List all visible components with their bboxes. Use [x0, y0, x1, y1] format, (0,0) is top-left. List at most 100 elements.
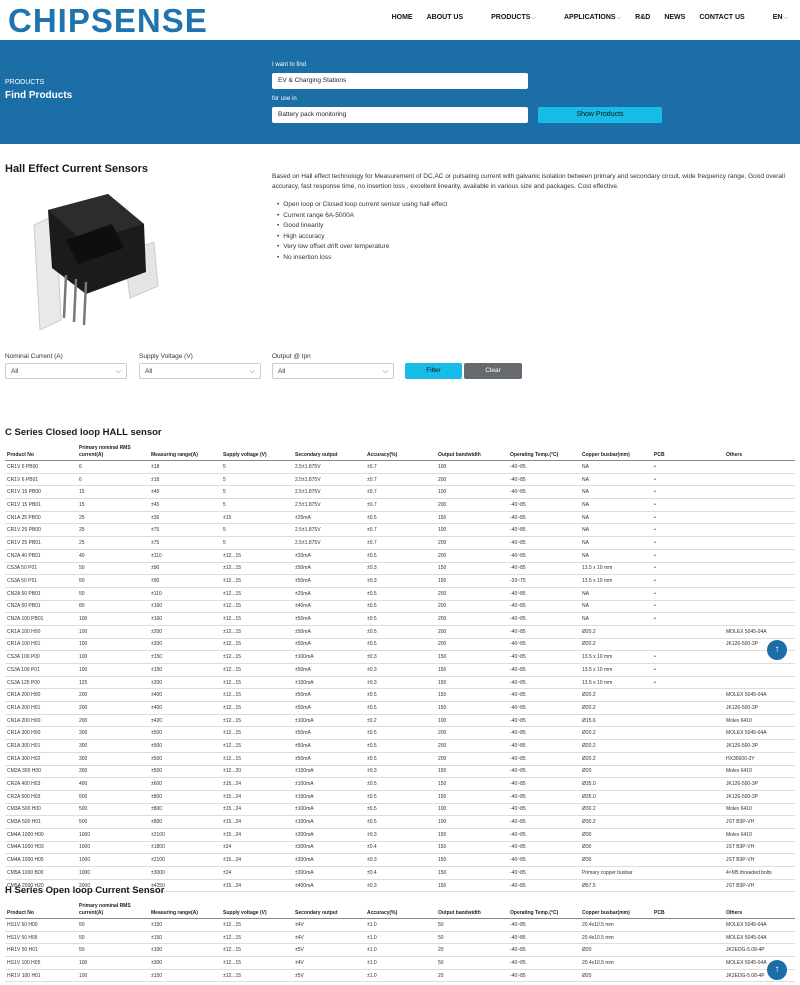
table-cell: ±90 [149, 574, 221, 588]
table-row[interactable]: CN1A 200 H00 200 ±420 ±12...15 ±100mA ±0.2 100… [5, 714, 795, 728]
table-row[interactable]: CR1A 200 H00 200 ±400 ±12...15 ±50mA ±0.5 150-… [5, 688, 795, 703]
table-cell: ±15...24 [221, 879, 293, 893]
table-row[interactable]: CR1V 6 PB01 6 ±18 5 2.5±1.875V ±0.7 200 -40~85 N… [5, 473, 795, 487]
table-cell: 125 [77, 676, 149, 690]
use-select[interactable]: Battery pack monitoring [272, 107, 528, 123]
table-row[interactable]: CR1A 300 H01 300 ±500 ±12...15 ±50mA ±0.5 200-… [5, 739, 795, 753]
table-row[interactable]: CR1V 25 PB00 25 ±75 5 2.5±1.875V ±0.7 100 -40~8… [5, 523, 795, 538]
table-row[interactable]: CR1V 15 PB00 15 ±45 5 2.5±1.875V ±0.7 100 -40~8… [5, 485, 795, 500]
table-row[interactable]: CM4A 1000 H05 1000 ±2100 ±15...24 ±200mA ±0.3… [5, 853, 795, 867]
table-cell: HS1V 50 H05 [5, 931, 77, 945]
table-row[interactable]: CS3A 125 P00 125 ±200 ±12...15 ±100mA ±0.3 150… [5, 676, 795, 690]
chevron-down-icon: ⌵ [531, 15, 536, 21]
table-row[interactable]: CS3A 50 P01 50 ±90 ±12...15 ±50mA ±0.3 150 -40~… [5, 562, 795, 576]
output-select[interactable]: All ⌵ [272, 363, 394, 379]
table-cell: 50 [77, 587, 149, 601]
table-row[interactable]: HS1V 100 H05 100 ±300 ±12...15 ±4V ±1.0 50 -40~… [5, 956, 795, 970]
table-row[interactable]: CR2A 500 H03 500 ±800 ±15...24 ±100mA ±0.5 150… [5, 790, 795, 804]
table-cell: -20~75 [508, 574, 580, 588]
menu-home[interactable]: HOME [392, 14, 413, 22]
table-row[interactable]: CM2A 300 H00 300 ±500 ±12...20 ±150mA ±0.3 150… [5, 765, 795, 779]
table-row[interactable]: CM4A 1000 H00 1000 ±2100 ±15...24 ±200mA ±0.3… [5, 828, 795, 842]
table-cell: Ø20 [580, 969, 652, 983]
table-cell: NA [580, 511, 652, 525]
table-cell: Molex 6410 [724, 714, 795, 728]
menu-news[interactable]: NEWS [664, 14, 685, 22]
chipsense-logo[interactable]: CHIPSENSE [8, 2, 208, 40]
menu-rnd[interactable]: R&D [635, 14, 650, 22]
nominal-current-select[interactable]: All ⌵ [5, 363, 127, 379]
table-row[interactable]: CR1V 6 PB00 6 ±18 5 2.5±1.875V ±0.7 100 -40~85 N… [5, 460, 795, 474]
table-row[interactable]: CR1A 300 H00 300 ±500 ±12...15 ±50mA ±0.5 200-… [5, 726, 795, 741]
table-row[interactable]: CM4A 1000 H03 1000 ±1800 ±24 ±300mA ±0.4 150 -4… [5, 841, 795, 855]
filter-button[interactable]: Filter [405, 363, 462, 379]
menu-applications[interactable]: APPLICATIONS⌵ [550, 14, 621, 22]
table-cell: 150 [436, 650, 508, 664]
section-description: Based on Hall effect technology for Meas… [272, 173, 785, 190]
table-cell: ±45 [149, 485, 221, 500]
table-row[interactable]: CN1A 25 PB00 25 ±36 ±15 ±25mA ±0.5 150 -40~85 NA… [5, 511, 795, 525]
table-cell [652, 841, 724, 855]
column-header: Accuracy(%) [365, 899, 436, 919]
table-row[interactable]: CR1A 200 H01 200 ±400 ±12...15 ±50mA ±0.5 150-… [5, 701, 795, 715]
table-cell: 100 [436, 523, 508, 538]
table-cell: CN2A 50 PB01 [5, 587, 77, 601]
table-row[interactable]: CS3A 100 P00 100 ±150 ±12...15 ±100mA ±0.3 150… [5, 650, 795, 664]
table-cell [724, 511, 795, 525]
table-cell: ±500 [149, 765, 221, 779]
supply-voltage-select[interactable]: All ⌵ [139, 363, 261, 379]
show-products-button[interactable]: Show Products [538, 107, 662, 123]
scroll-to-top-button[interactable]: ↑ [767, 960, 787, 980]
table-cell [724, 612, 795, 626]
menu-products[interactable]: PRODUCTS⌵ [477, 14, 536, 22]
table-row[interactable]: CR1V 15 PB01 15 ±45 5 2.5±1.875V ±0.7 200 -40~8… [5, 498, 795, 512]
table-cell: 200 [77, 714, 149, 728]
table-row[interactable]: CS3A 100 P01 100 ±150 ±12...15 ±50mA ±0.3 150-… [5, 663, 795, 677]
table-cell: 200 [436, 498, 508, 512]
table-cell: 2.5±1.875V [293, 498, 365, 512]
table-cell: -40~85 [508, 473, 580, 487]
clear-button[interactable]: Clear [464, 363, 522, 379]
table-cell: ±0.7 [365, 498, 436, 512]
menu-language[interactable]: EN⌵ [759, 14, 788, 22]
table-cell: 200 [436, 549, 508, 563]
menu-contact[interactable]: CONTACT US [699, 14, 744, 22]
table-cell: 4×M5 threaded bolts [724, 866, 795, 880]
table-row[interactable]: HS1V 50 H05 50 ±150 ±12...15 ±4V ±1.0 50 -40~85… [5, 931, 795, 945]
table-cell: ±50mA [293, 726, 365, 741]
table-row[interactable]: CN2A 50 PB01 50 ±110 ±12...15 ±25mA ±0.5 200 -4… [5, 587, 795, 601]
table-row[interactable]: HS1V 50 H00 50 ±150 ±12...15 ±4V ±1.0 50 -40~85… [5, 918, 795, 932]
table-row[interactable]: HR1V 100 H01 100 ±150 ±12...15 ±5V ±1.0 20 -40~… [5, 969, 795, 983]
table-cell: ±0.5 [365, 815, 436, 829]
table-cell: CM3A 500 H00 [5, 803, 77, 817]
nominal-current-label: Nominal Current (A) [5, 353, 63, 360]
table-row[interactable]: CR1V 25 PB01 25 ±75 5 2.5±1.875V ±0.7 200 -40~8… [5, 536, 795, 550]
find-select[interactable]: EV & Charging Stations [272, 73, 528, 89]
table-cell: • [652, 600, 724, 614]
table-row[interactable]: HR1V 50 H01 50 ±100 ±12...15 ±5V ±1.0 20 -40~85… [5, 943, 795, 958]
table-row[interactable]: CR1A 100 H01 100 ±200 ±12...15 ±50mA ±0.5 200-… [5, 638, 795, 652]
menu-about[interactable]: ABOUT US [427, 14, 464, 22]
table-cell: ±0.5 [365, 739, 436, 753]
table-cell: ±12...15 [221, 587, 293, 601]
scroll-to-top-button[interactable]: ↑ [767, 640, 787, 660]
table-cell: 2.5±1.875V [293, 473, 365, 487]
table-cell: 150 [436, 841, 508, 855]
table-cell: HR1V 50 H01 [5, 943, 77, 958]
table-cell: JK126-500-3P [724, 790, 795, 804]
table-cell: ±12...15 [221, 956, 293, 970]
table-row[interactable]: CN2A 100 PB01 100 ±160 ±12...15 ±50mA ±0.5 200… [5, 612, 795, 626]
table-cell: CN1A 200 H00 [5, 714, 77, 728]
table-row[interactable]: CN2A 40 PB01 40 ±110 ±12...15 ±20mA ±0.5 200 -4… [5, 549, 795, 563]
table-row[interactable]: CR2A 400 H03 400 ±600 ±15...24 ±100mA ±0.5 150… [5, 777, 795, 791]
table-row[interactable]: CM5A 1000 B00 1000 ±3000 ±24 ±200mA ±0.4 150 -4… [5, 866, 795, 880]
table-cell: ±400 [149, 701, 221, 715]
table-cell [652, 815, 724, 829]
table-row[interactable]: CM3A 500 H01 500 ±800 ±15...24 ±100mA ±0.5 100… [5, 815, 795, 829]
table-row[interactable]: CM3A 500 H00 500 ±800 ±15...24 ±100mA ±0.5 100… [5, 803, 795, 817]
table-row[interactable]: CN2A 50 PB01 80 ±160 ±12...15 ±40mA ±0.5 200 -4… [5, 600, 795, 614]
table-row[interactable]: CR1A 100 H00 100 ±200 ±12...15 ±50mA ±0.5 200-… [5, 625, 795, 639]
table-row[interactable]: CS3A 50 P51 50 ±90 ±12...15 ±50mA ±0.3 150 -20~… [5, 574, 795, 588]
table-row[interactable]: CR1A 300 H02 300 ±500 ±12...15 ±50mA ±0.5 200-… [5, 752, 795, 766]
column-header: Others [724, 899, 795, 919]
